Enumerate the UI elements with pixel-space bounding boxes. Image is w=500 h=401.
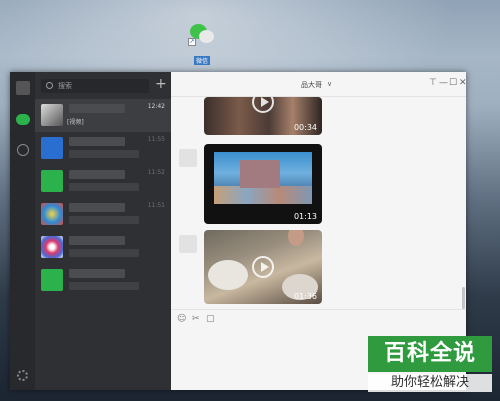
contact-name-redacted [69, 236, 125, 245]
sender-avatar[interactable] [179, 149, 197, 167]
last-message-redacted [69, 249, 139, 257]
wechat-logo-icon: ↗ [188, 22, 216, 48]
chat-icon[interactable] [15, 112, 30, 127]
file-icon[interactable]: ▢ [206, 314, 216, 324]
input-toolbar: ☺ ✂ ▢ [171, 309, 466, 327]
search-placeholder: 搜索 [58, 82, 72, 90]
last-message-time: 11:52 [147, 169, 165, 176]
video-duration: 00:34 [293, 123, 317, 132]
chat-list-item[interactable]: [视频] 12:42 [35, 99, 171, 132]
contact-name-redacted [69, 269, 125, 278]
last-message-redacted [69, 216, 139, 224]
contact-name-redacted [69, 137, 125, 146]
search-icon [46, 82, 53, 89]
video-message[interactable]: 01:36 [204, 230, 322, 304]
shortcut-arrow-icon: ↗ [188, 38, 196, 46]
contact-avatar [41, 203, 63, 225]
chat-title-bar: 品大哥 ∨ ⊤ — ☐ ✕ [171, 72, 467, 97]
add-chat-button[interactable]: + [155, 77, 167, 91]
last-message-time: 11:51 [147, 202, 165, 209]
video-message[interactable]: 00:34 [204, 97, 322, 135]
contact-avatar [41, 104, 63, 126]
screenshot-icon[interactable]: ✂ [192, 314, 202, 324]
user-avatar-icon[interactable] [15, 80, 30, 95]
last-message-redacted [69, 150, 139, 158]
chat-list-item[interactable]: 11:51 [35, 198, 171, 231]
video-duration: 01:36 [293, 292, 317, 301]
minimize-button[interactable]: — [439, 78, 448, 88]
video-message[interactable]: 01:13 [204, 144, 322, 224]
last-message-preview: [视频] [65, 117, 86, 126]
play-icon[interactable] [252, 256, 274, 278]
last-message-redacted [69, 183, 139, 191]
wechat-avatar [41, 269, 63, 291]
desktop-wechat-shortcut[interactable]: ↗ 微信 [186, 22, 218, 67]
chevron-down-icon[interactable]: ∨ [327, 80, 332, 88]
chat-list-item[interactable]: 11:55 [35, 132, 171, 165]
desktop-shortcut-label: 微信 [193, 56, 210, 65]
watermark-logo: 百科全说 助你轻松解决 [366, 336, 494, 394]
contacts-icon[interactable] [15, 142, 30, 157]
contact-avatar [41, 236, 63, 258]
file-transfer-avatar [41, 137, 63, 159]
chat-title[interactable]: 品大哥 [301, 80, 322, 90]
last-message-time: 11:55 [147, 136, 165, 143]
watermark-title: 百科全说 [368, 336, 492, 372]
chat-list-item[interactable] [35, 264, 171, 297]
play-icon[interactable] [252, 97, 274, 113]
sender-avatar[interactable] [179, 235, 197, 253]
message-area[interactable]: 00:34 01:13 01:36 [171, 97, 466, 309]
video-duration: 01:13 [293, 212, 317, 221]
maximize-button[interactable]: ☐ [449, 78, 457, 88]
chat-list-panel: 搜索 + [视频] 12:42 11:55 11:52 11:51 [35, 72, 171, 390]
contact-name-redacted [69, 170, 125, 179]
close-button[interactable]: ✕ [459, 78, 467, 88]
chat-list-item[interactable]: 11:52 [35, 165, 171, 198]
search-input[interactable]: 搜索 [41, 79, 149, 93]
file-helper-avatar [41, 170, 63, 192]
contact-name-redacted [69, 104, 125, 113]
watermark-subtitle: 助你轻松解决 [368, 374, 492, 392]
settings-icon[interactable] [15, 368, 30, 383]
last-message-redacted [69, 282, 139, 290]
last-message-time: 12:42 [147, 103, 165, 110]
emoji-icon[interactable]: ☺ [177, 314, 187, 324]
chat-list-item[interactable] [35, 231, 171, 264]
pin-icon[interactable]: ⊤ [429, 78, 437, 88]
wechat-sidebar [10, 72, 35, 390]
contact-name-redacted [69, 203, 125, 212]
message-scrollbar[interactable] [462, 287, 465, 309]
